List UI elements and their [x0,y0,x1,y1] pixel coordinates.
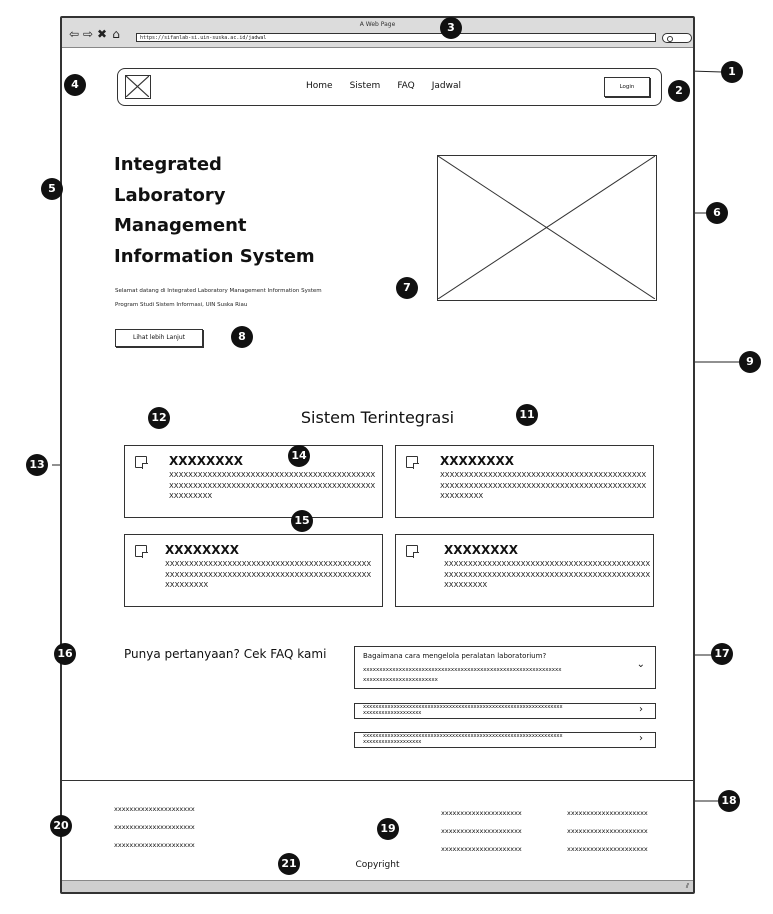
chevron-right-icon[interactable]: › [639,704,643,715]
hero-desc-line: Program Studi Sistem Informasi, UIN Susk… [115,302,248,308]
card-title: XXXXXXXX [444,543,519,557]
system-card[interactable]: XXXXXXXX XXXXXXXXXXXXXXXXXXXXXXXXXXXXXXX… [124,445,383,518]
system-card[interactable]: XXXXXXXX XXXXXXXXXXXXXXXXXXXXXXXXXXXXXXX… [124,534,383,607]
marker-21: 21 [278,853,300,875]
copyright-text: Copyright [355,860,400,870]
marker-11: 11 [516,404,538,426]
status-bar: ⫽ [62,880,693,892]
card-title: XXXXXXXX [440,454,515,468]
footer-link[interactable]: xxxxxxxxxxxxxxxxxxxxx [567,804,648,822]
login-button[interactable]: Login [604,77,650,97]
faq-heading: Punya pertanyaan? Cek FAQ kami [124,647,327,661]
footer-column-mid: xxxxxxxxxxxxxxxxxxxxx xxxxxxxxxxxxxxxxxx… [441,804,522,858]
marker-18: 18 [718,790,740,812]
marker-4: 4 [64,74,86,96]
marker-17: 17 [711,643,733,665]
footer-link[interactable]: xxxxxxxxxxxxxxxxxxxxx [114,818,195,836]
marker-16: 16 [54,643,76,665]
card-body: XXXXXXXXXXXXXXXXXXXXXXXXXXXXXXXXXXXXXXXX… [169,471,376,500]
faq-item[interactable]: xxxxxxxxxxxxxxxxxxxxxxxxxxxxxxxxxxxxxxxx… [354,732,656,748]
footer-link[interactable]: xxxxxxxxxxxxxxxxxxxxx [441,804,522,822]
forward-icon[interactable]: ⇨ [82,27,96,41]
card-title: XXXXXXXX [169,454,244,468]
main-menu: Home Sistem FAQ Jadwal [306,81,478,91]
marker-6: 6 [706,202,728,224]
chevron-down-icon[interactable]: ⌄ [637,659,645,670]
hero-image-placeholder [437,155,657,301]
footer-link[interactable]: xxxxxxxxxxxxxxxxxxxxx [441,822,522,840]
card-body: XXXXXXXXXXXXXXXXXXXXXXXXXXXXXXXXXXXXXXXX… [165,560,372,589]
hero-desc-line: Selamat datang di Integrated Laboratory … [115,288,322,294]
marker-3: 3 [440,17,462,39]
footer-link[interactable]: xxxxxxxxxxxxxxxxxxxxx [567,822,648,840]
title-bar: A Web Page ⇦ ⇨ ✖ ⌂ https://sifanlab-si.uin-… [62,18,693,48]
marker-9: 9 [739,351,761,373]
browser-window: A Web Page ⇦ ⇨ ✖ ⌂ https://sifanlab-si.uin-… [60,16,695,894]
note-icon [406,545,419,558]
faq-question: Bagaimana cara mengelola peralatan labor… [363,652,547,660]
card-title: XXXXXXXX [165,543,240,557]
marker-19: 19 [377,818,399,840]
note-icon [406,456,419,469]
faq-item-text: xxxxxxxxxxxxxxxxxxxxxxxxxxxxxxxxxxxxxxxx… [363,704,563,716]
footer-column-left: xxxxxxxxxxxxxxxxxxxxx xxxxxxxxxxxxxxxxxx… [114,800,195,854]
hero-title: Integrated Laboratory Management Informa… [114,150,364,272]
hero-title-line: Management [114,215,247,236]
menu-item-sistem[interactable]: Sistem [350,81,381,91]
window-title: A Web Page [359,21,396,28]
card-body: XXXXXXXXXXXXXXXXXXXXXXXXXXXXXXXXXXXXXXXX… [444,560,651,589]
marker-8: 8 [231,326,253,348]
nav-buttons: ⇦ ⇨ ✖ ⌂ [68,27,124,41]
faq-item[interactable]: xxxxxxxxxxxxxxxxxxxxxxxxxxxxxxxxxxxxxxxx… [354,703,656,719]
site-header: Home Sistem FAQ Jadwal Login [117,68,662,106]
faq-item-expanded[interactable]: Bagaimana cara mengelola peralatan labor… [354,646,656,689]
footer-divider [62,780,693,781]
url-bar[interactable]: https://sifanlab-si.uin-suska.ac.id/jadw… [136,33,656,42]
placeholder-cross-icon [437,155,656,300]
back-icon[interactable]: ⇦ [68,27,82,41]
faq-answer: xxxxxxxxxxxxxxxxxxxxxxxxxxxxxxxxxxxxxxxx… [363,667,562,683]
marker-14: 14 [288,445,310,467]
marker-13: 13 [26,454,48,476]
system-card[interactable]: XXXXXXXX XXXXXXXXXXXXXXXXXXXXXXXXXXXXXXX… [395,445,654,518]
footer-link[interactable]: xxxxxxxxxxxxxxxxxxxxx [441,840,522,858]
logo-placeholder-icon[interactable] [125,75,151,99]
footer-link[interactable]: xxxxxxxxxxxxxxxxxxxxx [114,800,195,818]
hero-title-line: Information System [114,245,315,267]
menu-item-faq[interactable]: FAQ [397,81,414,91]
chevron-right-icon[interactable]: › [639,733,643,744]
menu-item-jadwal[interactable]: Jadwal [432,81,461,91]
close-icon[interactable]: ✖ [96,27,110,41]
home-icon[interactable]: ⌂ [110,27,124,41]
footer-link[interactable]: xxxxxxxxxxxxxxxxxxxxx [567,840,648,858]
search-icon[interactable] [662,33,692,43]
learn-more-button[interactable]: Lihat lebih Lanjut [115,329,203,347]
system-card[interactable]: XXXXXXXX XXXXXXXXXXXXXXXXXXXXXXXXXXXXXXX… [395,534,654,607]
marker-1: 1 [721,61,743,83]
marker-5: 5 [41,178,63,200]
resize-grip-icon[interactable]: ⫽ [686,882,689,891]
hero-description: Selamat datang di Integrated Laboratory … [115,284,395,312]
marker-15: 15 [291,510,313,532]
marker-7: 7 [396,277,418,299]
hero-title-line: Integrated [114,154,222,175]
menu-item-home[interactable]: Home [306,81,333,91]
marker-12: 12 [148,407,170,429]
marker-2: 2 [668,80,690,102]
note-icon [135,456,148,469]
faq-item-text: xxxxxxxxxxxxxxxxxxxxxxxxxxxxxxxxxxxxxxxx… [363,733,563,745]
note-icon [135,545,148,558]
footer-link[interactable]: xxxxxxxxxxxxxxxxxxxxx [114,836,195,854]
placeholder-cross-icon [125,75,150,98]
hero-title-line: Laboratory [114,184,226,206]
marker-20: 20 [50,815,72,837]
footer-column-right: xxxxxxxxxxxxxxxxxxxxx xxxxxxxxxxxxxxxxxx… [567,804,648,858]
card-body: XXXXXXXXXXXXXXXXXXXXXXXXXXXXXXXXXXXXXXXX… [440,471,647,500]
